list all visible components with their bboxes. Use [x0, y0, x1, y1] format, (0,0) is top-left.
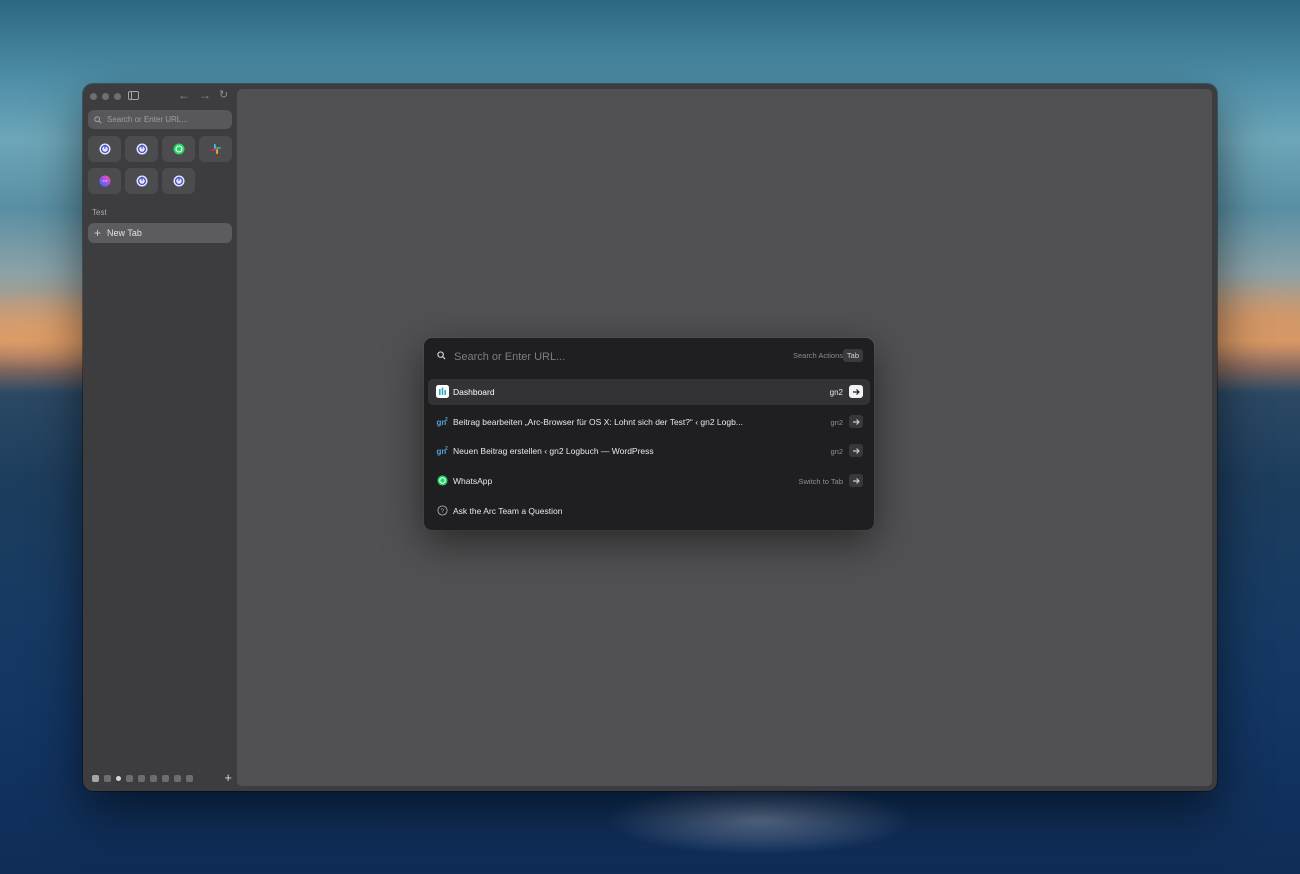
add-space-icon[interactable]: + — [224, 771, 232, 784]
sidebar-toggle-icon[interactable] — [128, 91, 139, 100]
favorite-whatsapp[interactable] — [162, 136, 195, 162]
space-switcher-bar: + — [92, 771, 232, 784]
dashboard-icon — [436, 385, 449, 398]
result-title: Beitrag bearbeiten „Arc-Browser für OS X… — [453, 417, 743, 427]
result-title: WhatsApp — [453, 476, 493, 486]
command-bar-input[interactable] — [452, 347, 756, 367]
result-row-edit-post[interactable]: gn 2 Beitrag bearbeiten „Arc-Browser für … — [428, 409, 870, 435]
favorite-app-2[interactable] — [125, 136, 158, 162]
command-bar-search: Search Actions Tab — [424, 338, 874, 374]
gn2-icon: gn 2 — [436, 444, 449, 457]
space-icon-5[interactable] — [162, 774, 169, 782]
result-row-dashboard[interactable]: Dashboard gn2 — [428, 379, 870, 405]
tab-key-badge: Tab — [842, 349, 863, 362]
favorite-messenger[interactable] — [88, 168, 121, 194]
gn2-icon: gn 2 — [436, 415, 449, 428]
space-icon-7[interactable] — [186, 774, 193, 782]
svg-text:2: 2 — [445, 446, 448, 452]
zoom-window-button[interactable] — [114, 93, 121, 100]
result-meta: gn2 — [829, 388, 843, 397]
result-row-ask-arc[interactable]: ? Ask the Arc Team a Question — [428, 498, 870, 524]
result-meta: gn2 — [830, 418, 843, 427]
result-row-whatsapp[interactable]: WhatsApp Switch to Tab — [428, 468, 870, 494]
whatsapp-icon — [436, 474, 449, 487]
arrow-right-icon[interactable] — [849, 385, 863, 398]
back-arrow-icon[interactable]: ← — [178, 88, 190, 102]
result-meta: gn2 — [830, 447, 843, 456]
space-icon-2[interactable] — [126, 774, 133, 782]
search-icon — [437, 351, 446, 360]
sidebar-search-placeholder: Search or Enter URL... — [107, 115, 188, 124]
arrow-right-icon[interactable] — [849, 444, 863, 457]
arrow-right-icon[interactable] — [849, 415, 863, 428]
power-icon — [99, 143, 110, 155]
reload-icon[interactable]: ↻ — [219, 88, 228, 102]
power-icon — [136, 175, 147, 187]
page-content-area: Search Actions Tab Dashboard gn2 gn2 Bei… — [237, 89, 1212, 786]
space-icon-6[interactable] — [174, 774, 181, 782]
sidebar-search-bar[interactable]: Search or Enter URL... — [88, 110, 232, 129]
space-icon-3[interactable] — [138, 774, 145, 782]
new-tab-label: New Tab — [107, 228, 142, 238]
active-space-dot-icon[interactable] — [116, 775, 121, 781]
question-icon: ? — [436, 504, 449, 517]
minimize-window-button[interactable] — [102, 93, 109, 100]
messenger-icon — [99, 175, 110, 187]
close-window-button[interactable] — [90, 93, 97, 100]
result-meta: Switch to Tab — [798, 477, 843, 486]
space-icon-1[interactable] — [104, 774, 111, 782]
archive-icon[interactable] — [92, 774, 99, 782]
command-bar: Search Actions Tab Dashboard gn2 gn2 Bei… — [424, 338, 874, 530]
favorite-app-7[interactable] — [162, 168, 195, 194]
result-row-new-post[interactable]: gn 2 Neuen Beitrag erstellen ‹ gn2 Logbuc… — [428, 438, 870, 464]
slack-icon — [210, 144, 221, 154]
sidebar: ← → ↻ Search or Enter URL... Test + New … — [83, 84, 237, 791]
power-icon — [136, 143, 147, 155]
browser-window: ← → ↻ Search or Enter URL... Test + New … — [83, 84, 1217, 791]
arrow-right-icon[interactable] — [849, 474, 863, 487]
plus-icon: + — [94, 226, 102, 240]
favorite-app-1[interactable] — [88, 136, 121, 162]
power-icon — [173, 175, 184, 187]
favorite-app-6[interactable] — [125, 168, 158, 194]
result-title: Dashboard — [453, 387, 495, 397]
whatsapp-icon — [173, 143, 184, 155]
svg-text:?: ? — [440, 508, 444, 515]
svg-text:2: 2 — [445, 417, 448, 423]
result-title: Neuen Beitrag erstellen ‹ gn2 Logbuch — … — [453, 446, 654, 456]
search-icon — [94, 115, 102, 124]
forward-arrow-icon[interactable]: → — [199, 88, 211, 102]
window-controls — [90, 93, 121, 100]
favorite-slack[interactable] — [199, 136, 232, 162]
search-actions-hint: Search Actions — [792, 351, 843, 360]
space-icon-4[interactable] — [150, 774, 157, 782]
result-title: Ask the Arc Team a Question — [453, 506, 563, 516]
space-label: Test — [92, 208, 107, 217]
new-tab-button[interactable]: + New Tab — [88, 223, 232, 243]
